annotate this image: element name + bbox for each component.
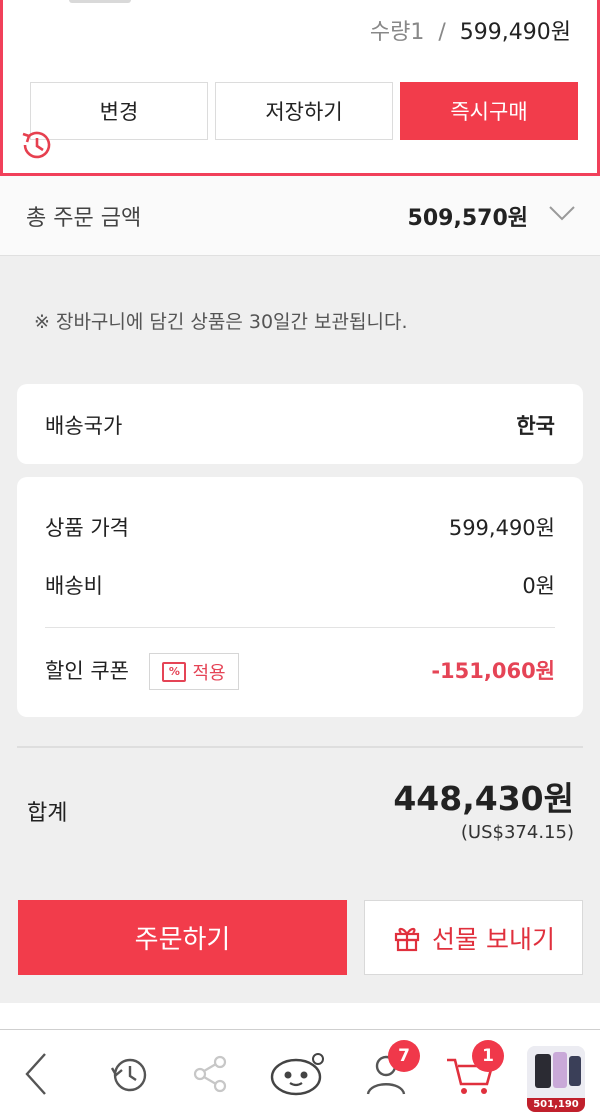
thumbnail-price: 501,190 <box>527 1098 585 1112</box>
divider <box>45 627 555 628</box>
my-page-button[interactable]: 7 <box>356 1040 420 1106</box>
order-button[interactable]: 주문하기 <box>18 900 347 975</box>
shipping-country-card: 배송국가 한국 <box>17 384 583 464</box>
shipping-country-label: 배송국가 <box>45 414 123 438</box>
total-order-bar[interactable]: 총 주문 금액 509,570원 <box>0 176 600 256</box>
price-details-card: 상품 가격 599,490원 배송비 0원 할인 쿠폰 % 적용 -151,06… <box>17 477 583 717</box>
recent-history-button[interactable] <box>98 1042 158 1106</box>
quantity-label: 수량1 <box>369 20 425 45</box>
cart-retention-notice: ※ 장바구니에 담긴 상품은 30일간 보관됩니다. <box>34 311 408 333</box>
mascot-button[interactable] <box>268 1042 328 1106</box>
summary-label: 합계 <box>27 801 68 826</box>
history-icon[interactable] <box>17 125 57 165</box>
share-icon <box>193 1055 227 1093</box>
quantity-price: 수량1 / 599,490원 <box>370 14 571 46</box>
shipping-country-value: 한국 <box>516 414 555 438</box>
save-button[interactable]: 저장하기 <box>215 82 393 140</box>
cart-item-card: 수량1 / 599,490원 변경 저장하기 즉시구매 <box>0 0 600 176</box>
item-price-label: 상품 가격 <box>45 516 129 540</box>
mascot-icon <box>270 1053 324 1096</box>
send-gift-button[interactable]: 선물 보내기 <box>364 900 583 975</box>
bottom-nav: 7 1 501,190 <box>0 1029 600 1117</box>
share-button[interactable] <box>180 1042 240 1106</box>
item-action-row: 변경 저장하기 즉시구매 <box>28 82 578 140</box>
recent-product-thumbnail[interactable]: 501,190 <box>527 1046 585 1112</box>
back-button[interactable] <box>6 1042 66 1106</box>
bottom-spacer <box>0 1003 600 1029</box>
history-icon <box>110 1058 147 1092</box>
apply-coupon-button[interactable]: % 적용 <box>149 653 239 690</box>
profile-badge: 7 <box>388 1040 420 1072</box>
total-order-label: 총 주문 금액 <box>26 206 142 231</box>
coupon-icon: % <box>162 661 187 682</box>
summary-amount: 448,430원 <box>393 779 574 818</box>
item-price: 599,490원 <box>459 20 571 45</box>
chevron-left-icon <box>25 1053 46 1095</box>
chevron-down-icon[interactable] <box>548 202 576 224</box>
gift-icon <box>394 927 420 951</box>
cart-badge: 1 <box>472 1040 504 1072</box>
shipping-fee-value: 0원 <box>522 574 555 598</box>
total-order-amount: 509,570원 <box>407 206 528 231</box>
coupon-label: 할인 쿠폰 <box>45 659 129 683</box>
discount-value: -151,060원 <box>431 659 555 683</box>
item-price-value: 599,490원 <box>448 516 555 540</box>
summary-usd: (US$374.15) <box>460 822 574 843</box>
apply-coupon-label: 적용 <box>192 662 226 684</box>
product-thumbnail-edge <box>69 0 131 3</box>
shipping-fee-label: 배송비 <box>45 574 103 598</box>
send-gift-label: 선물 보내기 <box>432 924 555 954</box>
buy-now-button[interactable]: 즉시구매 <box>400 82 578 140</box>
product-image <box>527 1046 585 1098</box>
summary-divider <box>17 746 583 748</box>
separator: / <box>438 20 446 45</box>
cart-button[interactable]: 1 <box>440 1040 504 1106</box>
